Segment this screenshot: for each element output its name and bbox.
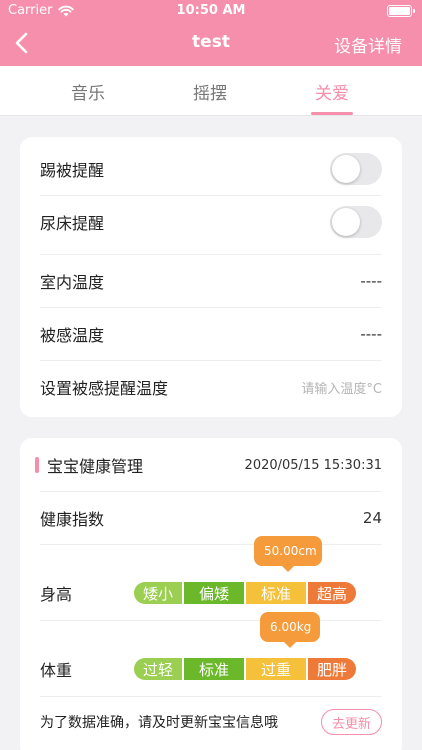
height-value-bubble: 50.00cm <box>254 536 322 572</box>
battery-icon <box>387 5 415 17</box>
weight-segment: 肥胖 <box>308 658 356 680</box>
health-index-label: 健康指数 <box>40 510 105 529</box>
tab-music[interactable]: 音乐 <box>48 79 128 104</box>
weight-segment: 过轻 <box>134 658 182 680</box>
height-segment: 偏矮 <box>184 582 244 604</box>
height-segment-current: 标准 <box>246 582 306 604</box>
quilt-temperature-label: 被感温度 <box>40 326 105 345</box>
height-scale: 矮小 偏矮 标准 超高 <box>134 582 356 604</box>
divider <box>40 360 382 361</box>
quilt-temperature-row: 被感温度 ---- <box>40 310 382 358</box>
bedwetting-reminder-row: 尿床提醒 <box>40 198 382 246</box>
health-index-value: 24 <box>362 509 382 527</box>
update-reminder-row: 为了数据准确，请及时更新宝宝信息哦 去更新 <box>40 706 382 738</box>
health-timestamp: 2020/05/15 15:30:31 <box>244 457 382 473</box>
update-button[interactable]: 去更新 <box>320 709 382 735</box>
weight-scale: 过轻 标准 过重 肥胖 <box>134 658 356 680</box>
divider <box>40 254 382 255</box>
tab-care[interactable]: 关爱 <box>292 79 372 104</box>
top-bar: Carrier 10:50 AM test 设备详情 <box>0 0 422 66</box>
tab-bar: 音乐 摇摆 关爱 <box>0 66 422 116</box>
kick-reminder-toggle[interactable] <box>330 153 382 185</box>
toggle-knob <box>332 155 360 183</box>
section-accent-bar <box>35 457 39 473</box>
navigation-bar: test 设备详情 <box>0 22 422 66</box>
weight-label: 体重 <box>40 661 73 680</box>
care-settings-card: 踢被提醒 尿床提醒 室内温度 ---- 被感温度 ---- 设置被感提醒温度 请… <box>20 137 402 417</box>
status-time: 10:50 AM <box>176 3 246 18</box>
divider <box>40 307 382 308</box>
divider <box>40 491 382 492</box>
bedwetting-reminder-toggle[interactable] <box>330 206 382 238</box>
quilt-alert-temperature-label: 设置被感提醒温度 <box>40 379 169 398</box>
weight-segment: 标准 <box>184 658 244 680</box>
indoor-temperature-label: 室内温度 <box>40 273 105 292</box>
quilt-temperature-value: ---- <box>360 325 382 343</box>
height-segment: 超高 <box>308 582 356 604</box>
weight-segment-current: 过重 <box>246 658 306 680</box>
kick-reminder-label: 踢被提醒 <box>40 161 105 180</box>
bedwetting-reminder-label: 尿床提醒 <box>40 214 105 233</box>
divider <box>40 544 382 545</box>
status-bar: Carrier 10:50 AM <box>0 0 422 22</box>
indoor-temperature-row: 室内温度 ---- <box>40 257 382 305</box>
height-segment: 矮小 <box>134 582 182 604</box>
device-details-button[interactable]: 设备详情 <box>334 32 402 57</box>
health-section-title: 宝宝健康管理 <box>47 457 144 476</box>
height-label: 身高 <box>40 585 73 604</box>
health-index-row: 健康指数 24 <box>40 494 382 542</box>
quilt-alert-temperature-row: 设置被感提醒温度 请输入温度°C <box>40 363 382 411</box>
baby-health-card: 宝宝健康管理 2020/05/15 15:30:31 健康指数 24 50.00… <box>20 438 402 750</box>
active-tab-indicator <box>311 112 353 115</box>
divider <box>40 696 382 697</box>
tab-swing[interactable]: 摇摆 <box>170 79 250 104</box>
quilt-alert-temperature-input[interactable]: 请输入温度°C <box>301 378 382 397</box>
update-reminder-text: 为了数据准确，请及时更新宝宝信息哦 <box>40 715 278 731</box>
weight-value-bubble: 6.00kg <box>260 612 320 648</box>
divider <box>40 620 382 621</box>
health-header: 宝宝健康管理 2020/05/15 15:30:31 <box>35 444 382 486</box>
divider <box>40 195 382 196</box>
toggle-knob <box>332 208 360 236</box>
kick-reminder-row: 踢被提醒 <box>40 145 382 193</box>
indoor-temperature-value: ---- <box>360 272 382 290</box>
